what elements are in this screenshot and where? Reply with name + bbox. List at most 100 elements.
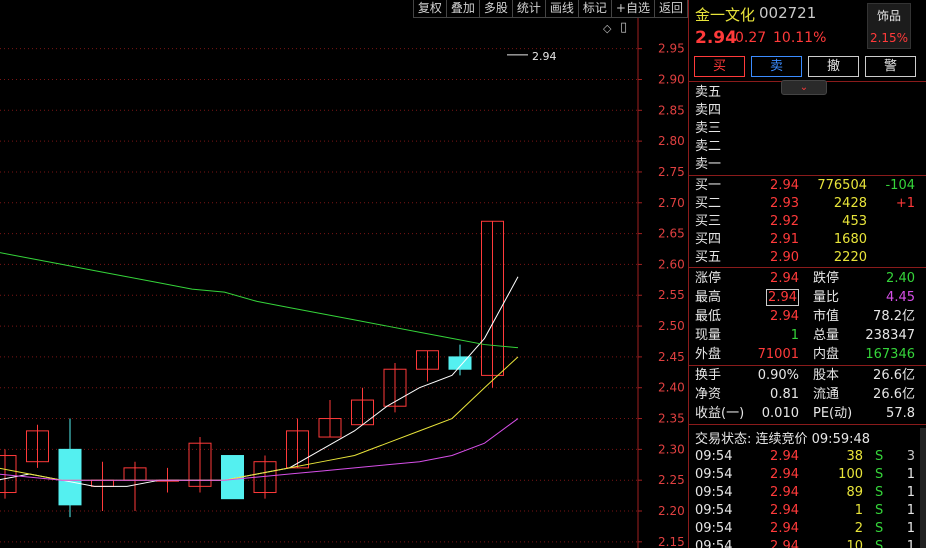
stat-label: 外盘 (695, 347, 722, 362)
current-price: 2.94 (695, 28, 737, 48)
candle-up (0, 455, 17, 494)
y-tick-label: 2.60 (658, 257, 685, 271)
kline-chart[interactable]: 2.95 2.90 2.85 2.80 2.75 2.70 2.65 2.60 2.55 2.50… (0, 0, 688, 548)
tick-side: S (875, 503, 884, 518)
limit-up-value: 2.94 (770, 271, 799, 286)
candle-down (448, 356, 472, 370)
tick-volume: 38 (846, 449, 863, 464)
tick-row: 09:54 2.94 1 S 1 (689, 501, 921, 520)
buy-button[interactable]: 买 (694, 56, 745, 77)
stat-label: PE(动) (813, 406, 853, 421)
tick-count: 3 (906, 449, 915, 464)
y-tick-label: 2.90 (658, 72, 685, 86)
tick-count: 1 (906, 467, 915, 482)
diamond-icon[interactable]: ◇ (603, 22, 611, 35)
buy-volume: 453 (842, 214, 867, 229)
kline-chart-area[interactable]: 2.95 2.90 2.85 2.80 2.75 2.70 2.65 2.60 2.55 2.50… (0, 0, 688, 548)
y-tick-label: 2.30 (658, 442, 685, 456)
pe-value: 57.8 (886, 406, 915, 421)
toolbar-overlay-button[interactable]: 叠加 (446, 0, 480, 18)
cancel-order-button[interactable]: 撤 (808, 56, 859, 77)
y-tick-label: 2.55 (658, 288, 685, 302)
y-tick-label: 2.40 (658, 381, 685, 395)
turnover-value: 0.90% (757, 368, 799, 383)
tick-time: 09:54 (695, 449, 733, 464)
tick-volume: 1 (854, 503, 863, 518)
tick-count: 1 (906, 521, 915, 536)
stock-name: 金一文化 (695, 6, 756, 24)
tick-count: 1 (906, 485, 915, 500)
sell-label: 卖四 (695, 103, 722, 118)
sell-row-2: 卖二 (689, 137, 921, 156)
toolbar-mark-button[interactable]: 标记 (578, 0, 612, 18)
y-tick-label: 2.20 (658, 504, 685, 518)
stat-row-net-asset: 净资 0.81 流通 26.6亿 (689, 385, 921, 404)
buy-price: 2.92 (770, 214, 799, 229)
tick-volume: 89 (846, 485, 863, 500)
alert-button[interactable]: 警 (865, 56, 916, 77)
tick-row: 09:54 2.94 100 S 1 (689, 465, 921, 484)
buy-volume-change: +1 (895, 196, 915, 211)
y-tick-label: 2.35 (658, 412, 685, 426)
stat-label: 最低 (695, 309, 722, 324)
sell-button[interactable]: 卖 (751, 56, 802, 77)
tick-row: 09:54 2.94 89 S 1 (689, 483, 921, 502)
sell-label: 卖二 (695, 139, 722, 154)
sell-label: 卖五 (695, 85, 722, 100)
buy-row-2[interactable]: 买二 2.93 2428 +1 (689, 194, 921, 213)
buy-row-4[interactable]: 买四 2.91 1680 (689, 230, 921, 249)
price-change: 0.27 (735, 30, 767, 46)
toolbar-draw-line-button[interactable]: 画线 (545, 0, 579, 18)
volume-ratio-value: 4.45 (886, 290, 915, 305)
toolbar-multi-stock-button[interactable]: 多股 (479, 0, 513, 18)
stock-code: 002721 (759, 4, 817, 22)
tick-scrollbar[interactable] (920, 428, 926, 548)
tick-price: 2.94 (770, 467, 799, 482)
stat-label: 总量 (813, 328, 840, 343)
tick-time: 09:54 (695, 467, 733, 482)
stat-label: 流通 (813, 387, 840, 402)
stat-label: 现量 (695, 328, 722, 343)
tick-time: 09:54 (695, 503, 733, 518)
share-capital-value: 26.6亿 (873, 368, 915, 383)
buy-row-3[interactable]: 买三 2.92 453 (689, 212, 921, 231)
current-volume-value: 1 (790, 328, 799, 343)
stat-label: 涨停 (695, 271, 722, 286)
buy-label: 买二 (695, 196, 722, 211)
y-tick-label: 2.95 (658, 42, 685, 56)
stat-row-current-vol: 现量 1 总量 238347 (689, 326, 921, 345)
buy-volume: 2428 (833, 196, 867, 211)
tick-price: 2.94 (770, 503, 799, 518)
high-value-box: 2.94 (766, 289, 799, 306)
toolbar-fuquan-button[interactable]: 复权 (413, 0, 447, 18)
stat-label: 换手 (695, 368, 722, 383)
buy-volume: 1680 (833, 232, 867, 247)
total-volume-value: 238347 (865, 328, 915, 343)
stat-label: 净资 (695, 387, 722, 402)
buy-row-1[interactable]: 买一 2.94 776504 -104 (689, 176, 921, 195)
industry-badge[interactable]: 饰品 2.15% (867, 3, 911, 49)
toolbar-back-button[interactable]: 返回 (654, 0, 688, 18)
toolbar-add-watchlist-button[interactable]: +自选 (611, 0, 655, 18)
low-value: 2.94 (770, 309, 799, 324)
buy-label: 买一 (695, 178, 722, 193)
stat-row-limit: 涨停 2.94 跌停 2.40 (689, 269, 921, 288)
tick-side: S (875, 485, 884, 500)
buy-price: 2.94 (770, 178, 799, 193)
sell-row-3: 卖三 (689, 119, 921, 138)
candle-down (58, 448, 82, 506)
toolbar-stats-button[interactable]: 统计 (512, 0, 546, 18)
tick-price: 2.94 (770, 521, 799, 536)
buy-row-5[interactable]: 买五 2.90 2220 (689, 248, 921, 267)
stat-row-outer: 外盘 71001 内盘 167346 (689, 345, 921, 364)
y-tick-label: 2.25 (658, 473, 685, 487)
eps-value: 0.010 (761, 406, 799, 421)
tick-row: 09:54 2.94 10 S 1 (689, 537, 921, 548)
tick-volume: 100 (838, 467, 863, 482)
y-tick-label: 2.15 (658, 535, 685, 548)
window-icon[interactable]: ▯ (620, 20, 627, 35)
buy-volume: 2220 (833, 250, 867, 265)
y-tick-label: 2.45 (658, 350, 685, 364)
stat-label: 股本 (813, 368, 840, 383)
sell-row-1: 卖一 (689, 155, 921, 174)
